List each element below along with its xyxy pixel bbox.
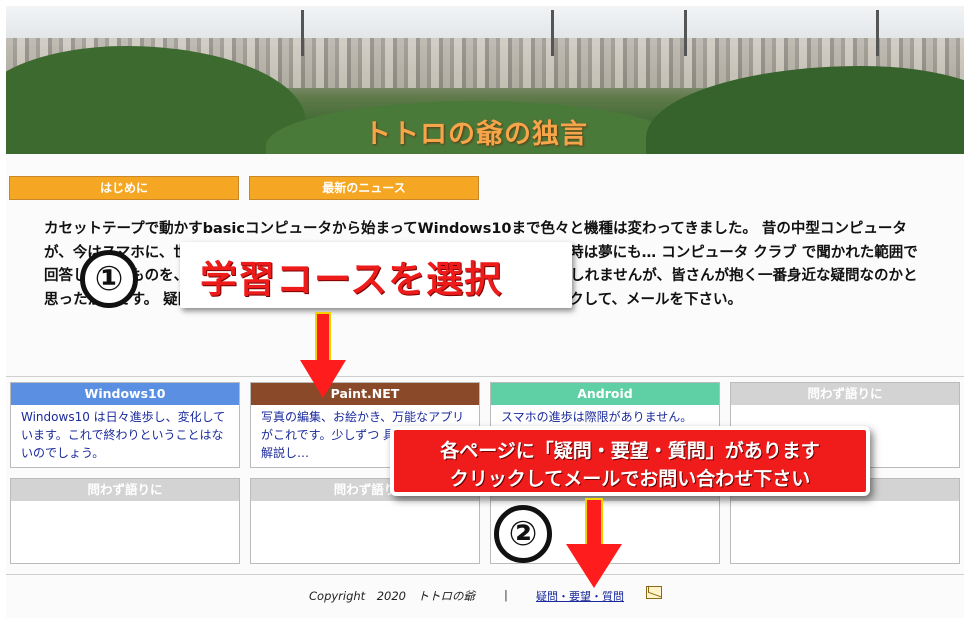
card-body bbox=[731, 405, 959, 411]
step2-number-badge: ② bbox=[494, 505, 552, 563]
pylon-icon bbox=[684, 10, 687, 56]
pylon-icon bbox=[551, 10, 554, 56]
menu-button-intro[interactable]: はじめに bbox=[9, 176, 239, 200]
card-title[interactable]: Android bbox=[491, 383, 719, 405]
course-card-essay-2[interactable]: 問わず語りに bbox=[10, 478, 240, 564]
card-body: Windows10 は日々進歩し、変化しています。これで終わりということはないの… bbox=[21, 410, 226, 460]
site-title[interactable]: トトロの爺の独言 bbox=[364, 112, 588, 151]
pylon-icon bbox=[876, 10, 879, 56]
step1-number-badge: ① bbox=[80, 250, 138, 308]
footer-separator: | bbox=[504, 588, 508, 602]
menu-button-news[interactable]: 最新のニュース bbox=[249, 176, 479, 200]
annotation-step2-line1: 各ページに「疑問・要望・質問」があります bbox=[440, 440, 820, 462]
mail-icon[interactable] bbox=[646, 586, 662, 599]
page: トトロの爺の独言 はじめに 最新のニュース カセットテープで動かすbasicコン… bbox=[6, 6, 964, 618]
card-body bbox=[731, 501, 959, 507]
arrow-down-icon bbox=[300, 312, 346, 402]
divider bbox=[6, 574, 964, 575]
card-title[interactable]: 問わず語りに bbox=[731, 383, 959, 405]
divider bbox=[6, 376, 964, 377]
card-title[interactable]: 問わず語りに bbox=[11, 479, 239, 501]
card-title[interactable]: Paint.NET bbox=[251, 383, 479, 405]
annotation-step2-line2: クリックしてメールでお問い合わせ下さい bbox=[449, 468, 811, 490]
footer: Copyright 2020 トトロの爺 | 疑問・要望・質問 bbox=[6, 584, 964, 606]
card-title[interactable]: Windows10 bbox=[11, 383, 239, 405]
header-banner: トトロの爺の独言 bbox=[6, 6, 964, 154]
annotation-step2-banner: 各ページに「疑問・要望・質問」があります クリックしてメールでお問い合わせ下さい bbox=[390, 426, 870, 496]
course-card-windows10[interactable]: Windows10 Windows10 は日々進歩し、変化しています。これで終わ… bbox=[10, 382, 240, 468]
card-body bbox=[251, 501, 479, 507]
inquiry-link[interactable]: 疑問・要望・質問 bbox=[536, 588, 624, 604]
pylon-icon bbox=[301, 10, 304, 56]
card-body bbox=[11, 501, 239, 507]
annotation-step1-text: 学習コースを選択 bbox=[200, 258, 503, 301]
arrow-down-icon bbox=[566, 498, 622, 590]
copyright-text: Copyright 2020 トトロの爺 bbox=[309, 589, 475, 603]
